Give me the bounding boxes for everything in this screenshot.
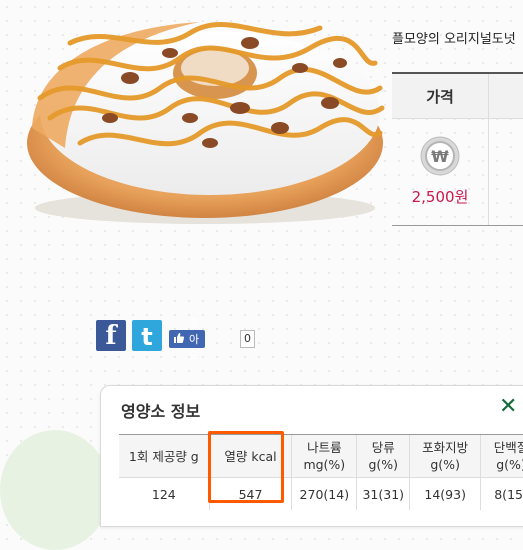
value-calories: 547 — [208, 477, 292, 510]
twitter-icon[interactable]: t — [132, 320, 162, 351]
like-count: 0 — [240, 330, 255, 348]
header-serving: 1회 제공량 g — [119, 434, 210, 478]
value-protein: 8(15) — [480, 477, 523, 510]
svg-text:₩: ₩ — [431, 147, 449, 166]
header-protein: 단백질 g(%) — [480, 434, 523, 478]
facebook-icon[interactable]: f — [96, 320, 126, 351]
nutrition-title: 영양소 정보 — [121, 402, 201, 421]
thumbs-up-icon — [173, 332, 185, 347]
divider — [392, 225, 523, 226]
header-cell-empty — [489, 74, 523, 118]
divider — [488, 74, 489, 226]
price-value: 2,500원 — [411, 188, 469, 206]
table-row: 124 547 270(14) 31(31) 14(93) 8(15) — [119, 477, 523, 510]
table-header-row: 1회 제공량 g 열량 kcal 나트륨 mg(%) 당류 g(%) 포화지방 g(%… — [119, 434, 523, 478]
value-saturated-fat: 14(93) — [409, 477, 481, 510]
value-serving: 124 — [119, 477, 210, 510]
header-sodium: 나트륨 mg(%) — [291, 434, 357, 478]
product-image — [10, 8, 390, 230]
like-button[interactable]: 좋아요 — [169, 317, 206, 362]
header-calories: 열량 kcal — [208, 434, 292, 478]
close-icon[interactable]: ✕ — [499, 394, 517, 419]
nutrition-panel: 영양소 정보 ✕ 1회 제공량 g 열량 kcal 나트륨 mg(%) 당류 g(%… — [100, 385, 523, 527]
header-saturated-fat: 포화지방 g(%) — [409, 434, 481, 478]
value-sodium: 270(14) — [291, 477, 357, 510]
divider — [392, 118, 523, 119]
nutrition-table: 1회 제공량 g 열량 kcal 나트륨 mg(%) 당류 g(%) 포화지방 g(%… — [119, 434, 523, 510]
won-coin-icon: ₩ — [420, 136, 460, 176]
value-sugar: 31(31) — [356, 477, 410, 510]
price-table: 가격 ₩ 2,500원 — [392, 72, 523, 227]
decorative-shape — [0, 430, 110, 550]
price-header: 가격 — [392, 74, 488, 118]
like-label: 좋아요 — [189, 317, 200, 362]
product-description: 플모양의 오리지널도넛 — [392, 32, 516, 47]
header-sugar: 당류 g(%) — [356, 434, 410, 478]
